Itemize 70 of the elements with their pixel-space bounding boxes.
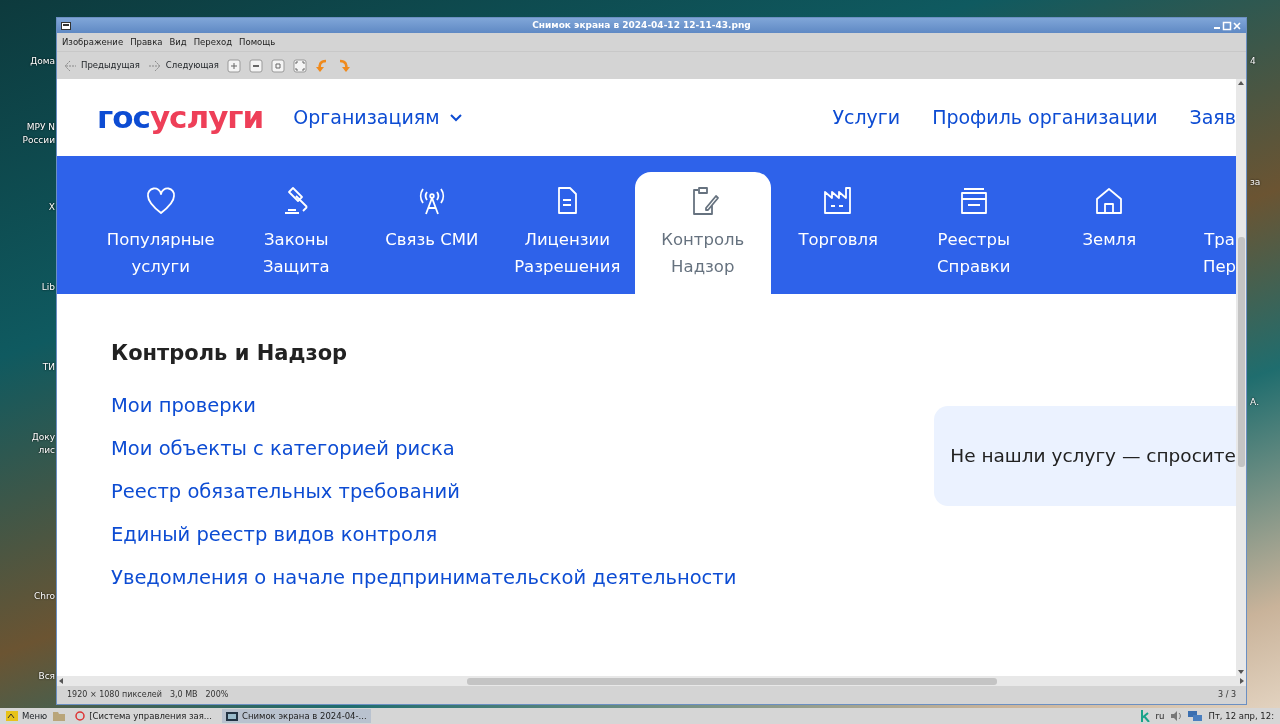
vertical-scrollbar[interactable] <box>1236 79 1246 676</box>
desktop-icon-label: А. <box>1250 396 1260 409</box>
category-tab[interactable]: Связь СМИ <box>364 172 500 294</box>
category-tab[interactable]: Законы Защита <box>228 172 364 294</box>
desktop-icon-label: Вся <box>38 670 55 683</box>
arrow-right-icon <box>147 58 162 73</box>
status-text: 3,0 MB <box>169 689 198 701</box>
taskbar-item[interactable]: [Система управления зая... <box>71 709 216 723</box>
service-link[interactable]: Реестр обязательных требований <box>111 469 935 513</box>
menu-item[interactable]: Помощь <box>239 35 276 49</box>
organizations-dropdown[interactable]: Организациям <box>293 103 462 132</box>
start-menu-button[interactable]: Меню <box>6 709 48 723</box>
menu-item[interactable]: Вид <box>169 35 187 49</box>
zoom-out-icon[interactable] <box>248 58 263 73</box>
category-tab[interactable]: Популярные услуги <box>93 172 229 294</box>
horizontal-scrollbar[interactable] <box>57 676 1246 686</box>
taskbar-item[interactable]: Снимок экрана в 2024-04-... <box>221 709 371 723</box>
previous-button[interactable]: Предыдущая <box>63 58 140 73</box>
maximize-icon[interactable] <box>1222 20 1232 31</box>
desktop-icon-label: ТИ <box>42 361 55 374</box>
desktop-icon-label: Х <box>48 201 55 214</box>
browser-icon <box>75 711 86 721</box>
desktop-icon-label: Lib <box>41 281 55 294</box>
arrow-left-icon <box>63 58 77 73</box>
category-tab[interactable]: Лицензии Разрешения <box>499 172 635 294</box>
scroll-up-icon[interactable] <box>1237 79 1245 87</box>
service-link[interactable]: Мои объекты с категорией риска <box>111 426 935 470</box>
rotate-left-icon[interactable] <box>314 58 329 73</box>
window-icon <box>61 21 71 30</box>
page-counter: 3 / 3 <box>1218 689 1236 701</box>
help-card[interactable]: Не нашли услугу — спросите <box>934 406 1236 506</box>
fullscreen-icon[interactable] <box>292 58 307 73</box>
zoom-fit-icon[interactable] <box>270 58 285 73</box>
desktop-icon-label: за <box>1250 176 1261 189</box>
next-button[interactable]: Следующая <box>147 58 219 73</box>
folder-icon[interactable] <box>53 711 66 721</box>
close-icon[interactable] <box>1232 20 1242 31</box>
nav-link[interactable]: Профиль организации <box>932 103 1158 132</box>
network-icon[interactable] <box>1188 711 1203 721</box>
menu-item[interactable]: Правка <box>130 35 163 49</box>
nav-link[interactable]: Услуги <box>832 103 901 132</box>
menu-item[interactable]: Изображение <box>62 35 124 49</box>
desktop-icon-label: Доку лис <box>31 431 55 457</box>
category-tab[interactable]: Контроль Надзор <box>635 172 771 294</box>
k-logo-icon[interactable] <box>1139 710 1150 722</box>
category-tab[interactable]: Земля <box>1041 172 1177 294</box>
chevron-down-icon <box>449 113 462 122</box>
menu-logo-icon <box>6 711 18 721</box>
gosuslugi-logo[interactable]: госуслуги <box>97 94 264 141</box>
nav-link[interactable]: Заяв <box>1189 103 1236 132</box>
desktop-icon-label: Дома <box>30 55 55 68</box>
service-link[interactable]: Уведомления о начале предпринимательской деятельности <box>111 555 935 599</box>
category-tab[interactable]: Торговля <box>770 172 906 294</box>
clock[interactable]: Пт, 12 апр, 12: <box>1208 709 1274 723</box>
desktop-icon-label: 4 <box>1250 55 1256 68</box>
section-heading: Контроль и Надзор <box>111 340 349 367</box>
keyboard-layout[interactable]: ru <box>1155 709 1165 723</box>
service-link[interactable]: Мои проверки <box>111 383 935 427</box>
desktop-icon-label: МРУ N России <box>22 121 55 147</box>
service-link[interactable]: Единый реестр видов контроля <box>111 512 935 556</box>
window-title: Снимок экрана в 2024-04-12 12-11-43.png <box>531 18 752 32</box>
category-tab[interactable]: Тра Пер <box>1177 172 1236 294</box>
speaker-icon[interactable] <box>1170 711 1183 721</box>
status-text: 200% <box>205 689 229 701</box>
menu-item[interactable]: Переход <box>193 35 233 49</box>
image-viewer-icon <box>225 711 238 721</box>
category-tab[interactable]: Реестры Справки <box>906 172 1042 294</box>
status-text: 1920 × 1080 пикселей <box>67 689 162 701</box>
desktop-icon-label: Chro <box>34 590 55 603</box>
zoom-in-icon[interactable] <box>226 58 241 73</box>
